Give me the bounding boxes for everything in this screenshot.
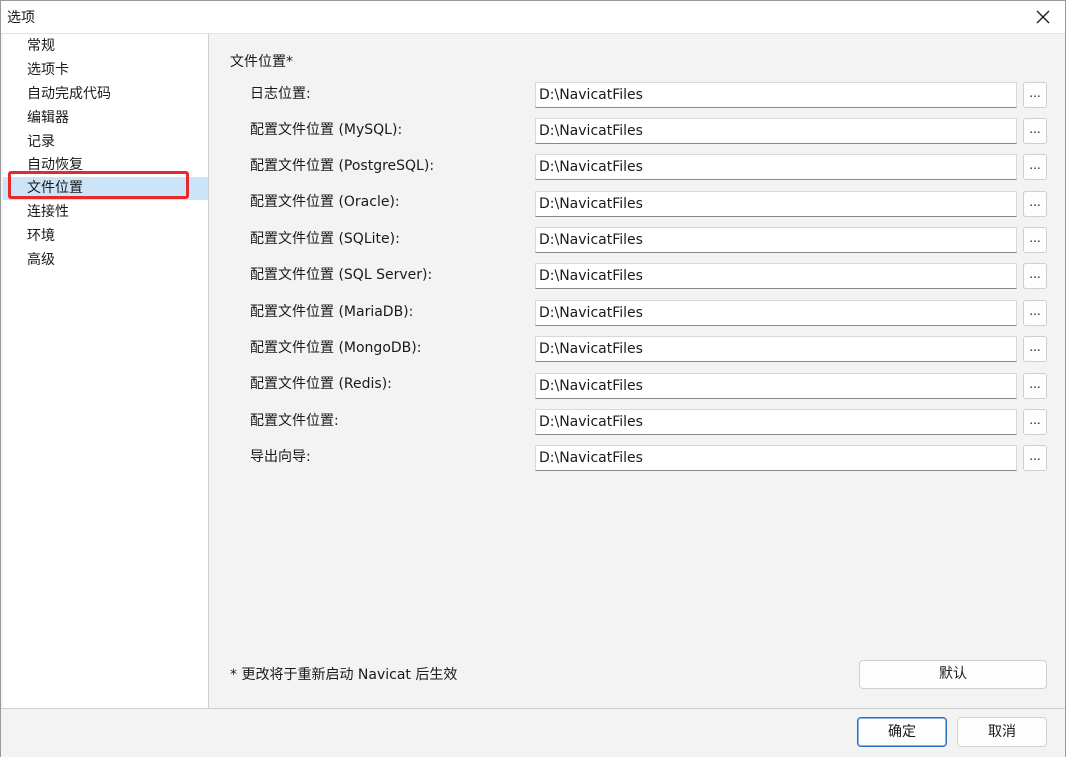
log-location-label: 日志位置: [250, 86, 311, 102]
sqlserver-profile-browse-button[interactable]: ... [1023, 263, 1047, 289]
sidebar-item-label: 选项卡 [27, 62, 69, 78]
export-wizard-browse-button[interactable]: ... [1023, 445, 1047, 471]
sidebar-item-label: 自动完成代码 [27, 86, 111, 102]
sqlserver-profile-input[interactable] [535, 263, 1017, 289]
sidebar-item-environment[interactable]: 环境 [3, 225, 208, 248]
profile-location-label: 配置文件位置: [250, 413, 339, 429]
sidebar-item-label: 高级 [27, 252, 55, 268]
export-wizard-input[interactable] [535, 445, 1017, 471]
cancel-button[interactable]: 取消 [957, 717, 1047, 747]
mongodb-profile-label: 配置文件位置 (MongoDB): [250, 340, 422, 356]
mysql-profile-browse-button[interactable]: ... [1023, 118, 1047, 144]
file-location-panel: 文件位置* 日志位置: ... 配置文件位置 (MySQL): ... 配置文件… [209, 34, 1065, 708]
title-bar: 选项 [1, 1, 1065, 34]
sidebar-item-editor[interactable]: 编辑器 [3, 107, 208, 130]
log-location-input[interactable] [535, 82, 1017, 108]
sqlite-profile-input[interactable] [535, 227, 1017, 253]
close-button[interactable] [1021, 1, 1065, 33]
sidebar-item-code-completion[interactable]: 自动完成代码 [3, 83, 208, 106]
mariadb-profile-browse-button[interactable]: ... [1023, 300, 1047, 326]
options-dialog: 选项 常规 选项卡 自动完成代码 编辑器 记录 自动恢复 文件位置 连接性 环境… [0, 0, 1066, 757]
sidebar-item-label: 自动恢复 [27, 157, 83, 173]
mongodb-profile-input[interactable] [535, 336, 1017, 362]
mysql-profile-label: 配置文件位置 (MySQL): [250, 122, 403, 138]
ok-button[interactable]: 确定 [857, 717, 947, 747]
log-location-browse-button[interactable]: ... [1023, 82, 1047, 108]
sqlite-profile-browse-button[interactable]: ... [1023, 227, 1047, 253]
export-wizard-label: 导出向导: [250, 449, 311, 465]
oracle-profile-label: 配置文件位置 (Oracle): [250, 194, 400, 210]
postgresql-profile-browse-button[interactable]: ... [1023, 154, 1047, 180]
mariadb-profile-label: 配置文件位置 (MariaDB): [250, 304, 414, 320]
sidebar-item-label: 文件位置 [27, 180, 83, 196]
mariadb-profile-input[interactable] [535, 300, 1017, 326]
sidebar-item-connectivity[interactable]: 连接性 [3, 201, 208, 224]
redis-profile-browse-button[interactable]: ... [1023, 373, 1047, 399]
sqlserver-profile-label: 配置文件位置 (SQL Server): [250, 267, 433, 283]
dialog-footer: 确定 取消 [1, 708, 1065, 757]
mysql-profile-input[interactable] [535, 118, 1017, 144]
sidebar-item-file-location[interactable]: 文件位置 [3, 177, 208, 200]
postgresql-profile-label: 配置文件位置 (PostgreSQL): [250, 158, 435, 174]
default-button[interactable]: 默认 [859, 660, 1047, 689]
restart-note: * 更改将于重新启动 Navicat 后生效 [230, 667, 458, 683]
sidebar-item-tabs[interactable]: 选项卡 [3, 59, 208, 82]
section-title: 文件位置* [230, 54, 293, 70]
sidebar-item-advanced[interactable]: 高级 [3, 249, 208, 272]
sidebar-item-label: 环境 [27, 228, 55, 244]
redis-profile-input[interactable] [535, 373, 1017, 399]
sidebar-item-label: 常规 [27, 38, 55, 54]
profile-location-browse-button[interactable]: ... [1023, 409, 1047, 435]
sidebar-item-general[interactable]: 常规 [3, 35, 208, 58]
sidebar-item-auto-recovery[interactable]: 自动恢复 [3, 154, 208, 177]
oracle-profile-browse-button[interactable]: ... [1023, 191, 1047, 217]
sidebar-item-label: 连接性 [27, 204, 69, 220]
redis-profile-label: 配置文件位置 (Redis): [250, 376, 392, 392]
postgresql-profile-input[interactable] [535, 154, 1017, 180]
profile-location-input[interactable] [535, 409, 1017, 435]
close-icon [1036, 10, 1050, 24]
oracle-profile-input[interactable] [535, 191, 1017, 217]
sqlite-profile-label: 配置文件位置 (SQLite): [250, 231, 400, 247]
window-title: 选项 [7, 10, 35, 26]
sidebar-item-label: 编辑器 [27, 110, 69, 126]
mongodb-profile-browse-button[interactable]: ... [1023, 336, 1047, 362]
sidebar-item-label: 记录 [27, 134, 55, 150]
sidebar-item-logging[interactable]: 记录 [3, 131, 208, 154]
category-list: 常规 选项卡 自动完成代码 编辑器 记录 自动恢复 文件位置 连接性 环境 高级 [3, 34, 209, 708]
